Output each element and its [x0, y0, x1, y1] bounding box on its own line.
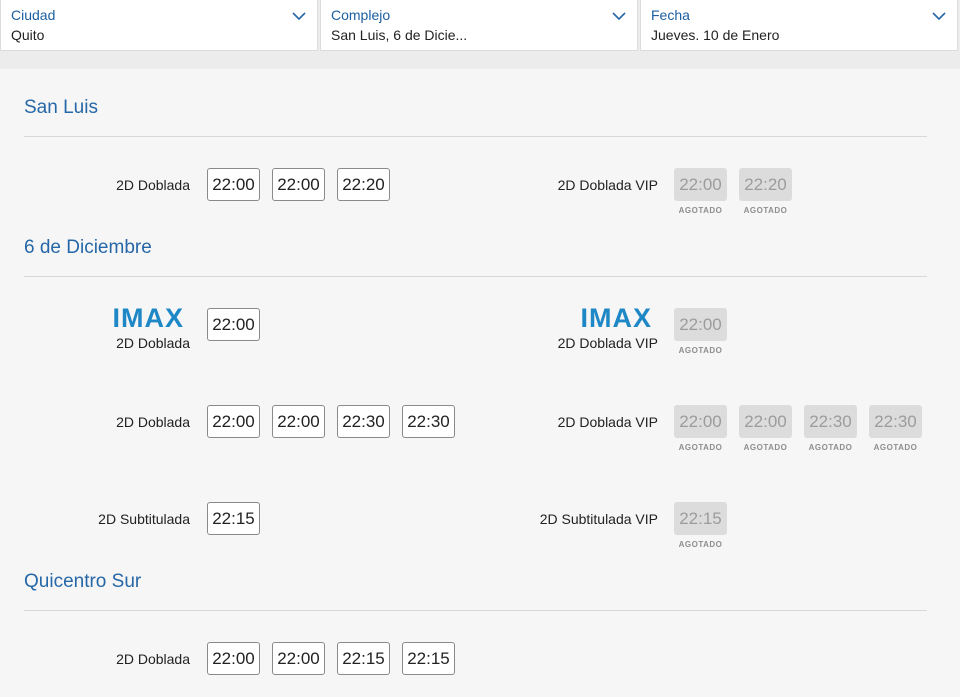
showtime-button[interactable]: 22:00 — [207, 642, 260, 675]
complejo-label: Complejo — [331, 7, 391, 23]
fecha-label: Fecha — [651, 7, 690, 23]
showtime-button[interactable]: 22:00 — [207, 405, 260, 438]
showtime-button[interactable]: 22:00 — [272, 405, 325, 438]
chevron-down-icon — [292, 12, 306, 21]
showtime-button[interactable]: 22:00 — [207, 308, 260, 341]
showtime-button[interactable]: 22:30 — [337, 405, 390, 438]
showtime-soldout-button: 22:00 — [674, 168, 727, 201]
format-label: 2D Doblada — [116, 335, 190, 351]
ciudad-label: Ciudad — [11, 7, 56, 23]
soldout-label: AGOTADO — [678, 346, 723, 355]
soldout-label: AGOTADO — [873, 443, 918, 452]
showtime-button[interactable]: 22:30 — [402, 405, 455, 438]
showtime-button[interactable]: 22:15 — [207, 502, 260, 535]
format-label: 2D Doblada VIP — [557, 177, 658, 193]
cinema-title: San Luis — [24, 97, 98, 118]
showtime-button[interactable]: 22:00 — [272, 642, 325, 675]
imax-logo: IMAX — [113, 306, 185, 330]
showtime-button[interactable]: 22:15 — [402, 642, 455, 675]
soldout-label: AGOTADO — [743, 206, 788, 215]
showtime-soldout-button: 22:20 — [739, 168, 792, 201]
cinema-title: Quicentro Sur — [24, 571, 142, 592]
showtime-soldout-button: 22:15 — [674, 502, 727, 535]
ciudad-select[interactable]: Ciudad Quito — [0, 0, 318, 51]
showtime-button[interactable]: 22:00 — [207, 168, 260, 201]
showtime-button[interactable]: 22:15 — [337, 642, 390, 675]
format-label: 2D Doblada VIP — [557, 335, 658, 351]
chevron-down-icon — [932, 12, 946, 21]
showtime-soldout-button: 22:00 — [739, 405, 792, 438]
filter-bar: Ciudad Quito Complejo San Luis, 6 de Dic… — [0, 0, 960, 69]
showtime-soldout-button: 22:30 — [869, 405, 922, 438]
showtimes-list: San Luis 2D Doblada 22:00 22:00 22:20 2D Dobl… — [0, 69, 960, 697]
showtime-soldout-button: 22:00 — [674, 405, 727, 438]
fecha-value: Jueves. 10 de Enero — [651, 27, 780, 43]
showtime-button[interactable]: 22:20 — [337, 168, 390, 201]
cinema-title: 6 de Diciembre — [24, 237, 152, 258]
format-label: 2D Subtitulada VIP — [539, 511, 658, 527]
chevron-down-icon — [612, 12, 626, 21]
complejo-value: San Luis, 6 de Dicie... — [331, 27, 468, 43]
imax-logo: IMAX — [581, 306, 653, 330]
complejo-select[interactable]: Complejo San Luis, 6 de Dicie... — [320, 0, 638, 51]
format-label: 2D Doblada VIP — [557, 414, 658, 430]
soldout-label: AGOTADO — [678, 443, 723, 452]
format-label: 2D Doblada — [116, 651, 190, 667]
svg-text:IMAX: IMAX — [113, 306, 185, 330]
divider — [24, 276, 927, 277]
soldout-label: AGOTADO — [808, 443, 853, 452]
svg-text:IMAX: IMAX — [581, 306, 653, 330]
soldout-label: AGOTADO — [743, 443, 788, 452]
format-label: 2D Doblada — [116, 177, 190, 193]
soldout-label: AGOTADO — [678, 206, 723, 215]
showtime-soldout-button: 22:30 — [804, 405, 857, 438]
format-label: 2D Subtitulada — [98, 511, 190, 527]
soldout-label: AGOTADO — [678, 540, 723, 549]
ciudad-value: Quito — [11, 27, 45, 43]
showtime-button[interactable]: 22:00 — [272, 168, 325, 201]
fecha-select[interactable]: Fecha Jueves. 10 de Enero — [640, 0, 958, 51]
divider — [24, 136, 927, 137]
divider — [24, 610, 927, 611]
format-label: 2D Doblada — [116, 414, 190, 430]
showtime-soldout-button: 22:00 — [674, 308, 727, 341]
